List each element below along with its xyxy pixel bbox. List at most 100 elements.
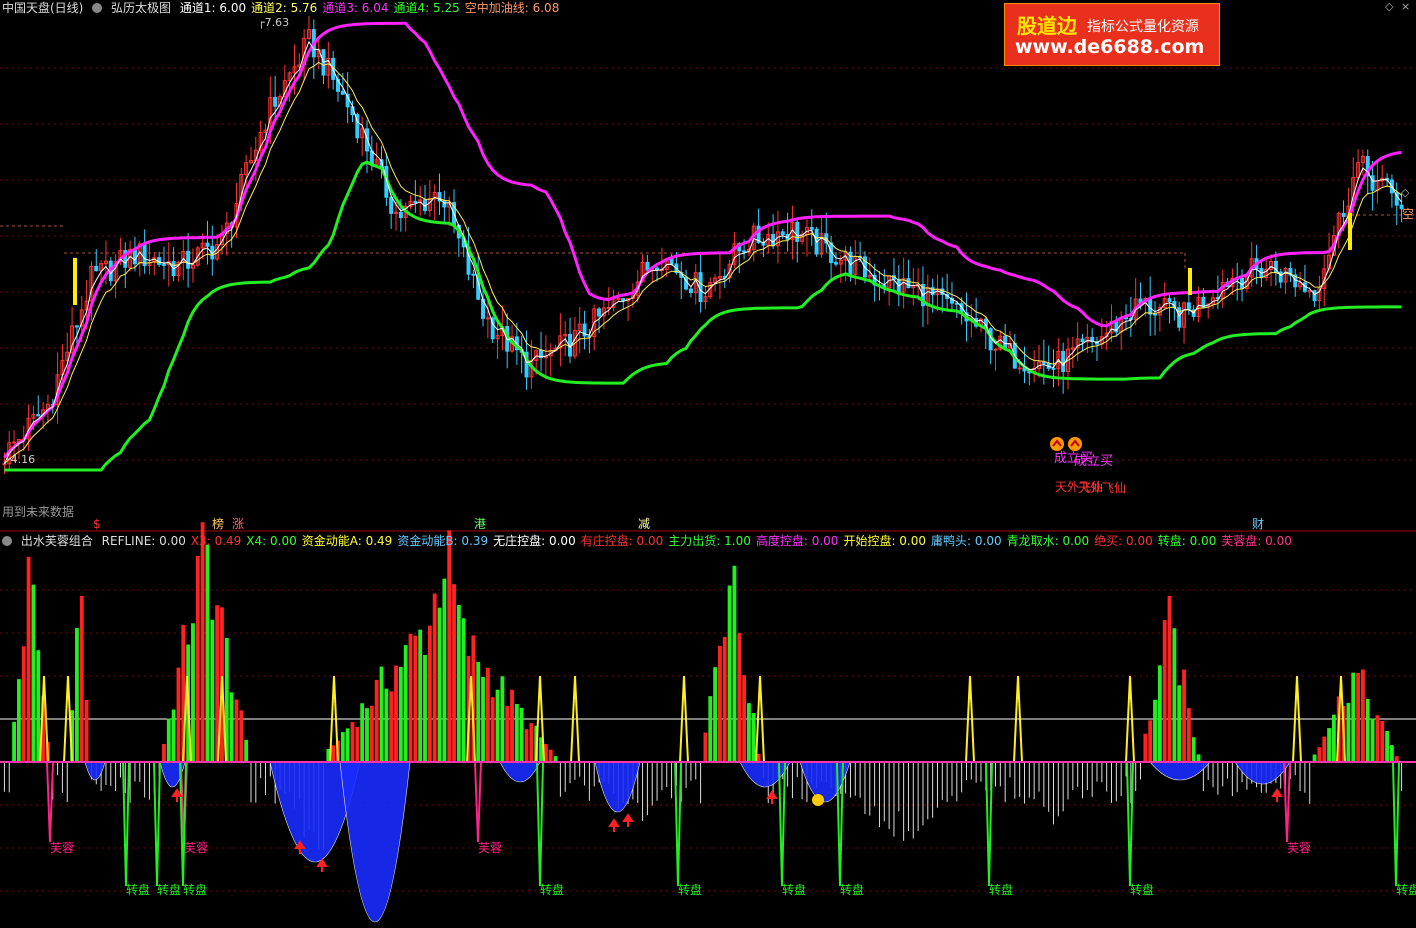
candle-body — [485, 317, 490, 320]
signal-label-buy: 成立买 — [1074, 454, 1113, 469]
sub-value-13: 绝买: 0.00 — [1094, 534, 1153, 548]
signal-bar — [1188, 268, 1192, 295]
bottom-marker: 榜 — [212, 516, 224, 531]
settings-icon-sub[interactable] — [2, 536, 12, 546]
candle-body — [340, 90, 345, 95]
green-spike — [1392, 761, 1400, 887]
sub-value-2: X3: 0.49 — [190, 534, 242, 548]
bottom-marker: 减 — [638, 517, 650, 531]
sub-indicator-values: REFLINE: 0.00 X3: 0.49 X4: 0.00 资金动能A: 0.49… — [102, 534, 1297, 548]
zhuanpan-label: 转盘 — [540, 882, 564, 897]
sub-value-5: 资金动能B: 0.39 — [397, 534, 489, 548]
zhuanpan-label: 转盘 — [782, 882, 806, 897]
channel-values: 通道1: 6.00 通道2: 5.76 通道3: 6.04 通道4: 5.25 空中加油… — [180, 1, 564, 15]
brand-logo: 股道边 指标公式量化资源 www.de6688.com — [1004, 3, 1220, 66]
zhuanpan-label: 转盘 — [1130, 882, 1154, 897]
pink-spike — [46, 761, 54, 843]
candle-body — [1341, 212, 1346, 218]
up-arrow-icon — [1271, 788, 1283, 802]
zhuanpan-label: 转盘 — [1396, 882, 1416, 897]
sub-value-8: 主力出货: 1.00 — [668, 534, 751, 548]
candle-body — [669, 258, 674, 265]
zhuanpan-label: 转盘 — [183, 882, 207, 897]
candles — [2, 16, 1404, 475]
sub-value-4: 资金动能A: 0.49 — [301, 534, 393, 548]
max-price-label: ┌7.63 — [258, 16, 289, 29]
channel-value-2: 通道2: 5.76 — [251, 1, 318, 15]
blue-fill-area — [84, 761, 106, 781]
sub-indicator-name[interactable]: 出水芙蓉组合 — [21, 534, 93, 548]
furong-label: 芙蓉 — [50, 841, 74, 855]
bottom-marker: 港 — [474, 517, 486, 531]
candle-body — [186, 250, 191, 269]
diamond-icon[interactable]: ◇ — [1385, 0, 1393, 13]
smiley-icon — [812, 794, 824, 806]
logo-url: www.de6688.com — [1015, 36, 1205, 58]
zhuanpan-label: 转盘 — [126, 882, 150, 897]
up-arrow-icon — [608, 818, 620, 832]
candle-body — [780, 231, 785, 236]
candle-body — [1051, 367, 1056, 370]
candle-body — [273, 97, 278, 107]
candle-body — [1307, 290, 1312, 293]
bottom-marker: $ — [93, 517, 101, 531]
sub-value-15: 芙蓉盘: 0.00 — [1221, 534, 1292, 548]
channel-value-4: 通道4: 5.25 — [393, 1, 460, 15]
close-icon[interactable]: × — [1401, 0, 1410, 13]
pink-spike — [474, 761, 482, 843]
blue-fill-area — [339, 761, 411, 923]
up-arrow-icon — [316, 858, 328, 872]
blue-fill-area — [1234, 761, 1291, 785]
candle-body — [742, 250, 747, 253]
main-header: 中国天盘(日线) 弘历太极图 通道1: 6.00 通道2: 5.76 通道3: 6.… — [2, 0, 569, 16]
channel-value-5: 空中加油线: 6.08 — [464, 1, 560, 15]
candle-body — [833, 262, 838, 265]
zhuanpan-label: 转盘 — [157, 882, 181, 897]
sub-value-3: X4: 0.00 — [246, 534, 297, 548]
min-price-label: └4.16 — [4, 452, 35, 466]
diamond-small-icon[interactable]: ◇ — [1401, 186, 1409, 199]
candle-body — [12, 441, 17, 444]
candle-body — [1017, 367, 1022, 370]
logo-brand: 股道边 — [1017, 14, 1077, 38]
candle-body — [161, 263, 166, 266]
candle-body — [398, 211, 403, 219]
sub-bars — [3, 522, 1403, 851]
signal-bar — [1348, 213, 1352, 250]
future-data-note: 用到未来数据 — [2, 505, 75, 519]
candle-body — [597, 308, 602, 317]
candle-body — [606, 306, 611, 309]
candle-body — [1186, 302, 1191, 311]
up-arrow-icon — [622, 813, 634, 827]
bottom-marker: 财 — [1252, 517, 1264, 531]
settings-icon[interactable] — [92, 3, 103, 13]
blue-fill-area — [499, 761, 541, 783]
candle-body — [94, 265, 99, 272]
sub-value-1: REFLINE: 0.00 — [101, 534, 186, 548]
candle-body — [1167, 298, 1172, 302]
zhuanpan-label: 转盘 — [840, 882, 864, 897]
zhuanpan-label: 转盘 — [989, 882, 1013, 897]
candle-body — [205, 242, 210, 247]
candle-body — [809, 226, 814, 230]
sub-value-11: 庸鸭头: 0.00 — [931, 534, 1002, 548]
bottom-marker: 涨 — [232, 516, 244, 531]
green-spike — [674, 761, 682, 887]
logo-tagline: 指标公式量化资源 — [1087, 19, 1199, 35]
candle-body — [688, 288, 693, 294]
indicator-name[interactable]: 弘历太极图 — [111, 1, 171, 15]
right-edge-label: 空 — [1402, 207, 1414, 221]
candle-body — [906, 278, 911, 289]
green-spike — [985, 761, 993, 887]
channel-value-1: 通道1: 6.00 — [179, 1, 247, 15]
sub-value-7: 有庄控盘: 0.00 — [580, 534, 664, 548]
candle-body — [616, 298, 621, 301]
blue-fill-area — [739, 761, 791, 788]
channel-upper-line — [3, 21, 1402, 459]
green-spike — [153, 761, 161, 887]
furong-label: 芙蓉 — [1287, 841, 1311, 855]
candle-body — [1312, 290, 1317, 302]
sub-value-10: 开始控盘: 0.00 — [843, 534, 927, 548]
candle-body — [413, 200, 418, 204]
signal-bar — [73, 258, 77, 305]
